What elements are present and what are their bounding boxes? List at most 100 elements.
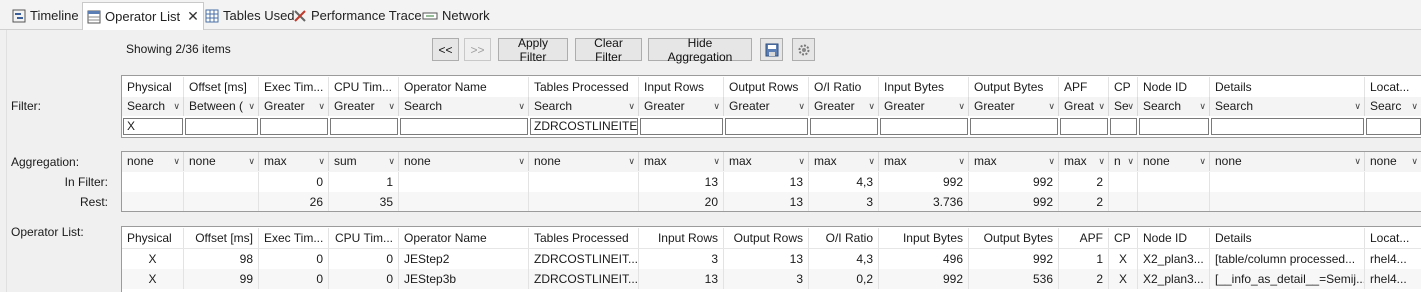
column-header[interactable]: CPU Tim...: [329, 228, 399, 248]
column-header[interactable]: Operator Name: [399, 228, 529, 248]
aggregation-mode-select[interactable]: max ∨: [1059, 152, 1109, 171]
tab-tables-used[interactable]: Tables Used: [201, 3, 299, 28]
column-header[interactable]: Physical: [122, 228, 184, 248]
settings-button[interactable]: [792, 38, 815, 61]
aggregation-mode-select[interactable]: none ∨: [399, 152, 529, 171]
filter-input[interactable]: X: [123, 118, 183, 135]
aggregation-mode-select[interactable]: none ∨: [1138, 152, 1210, 171]
column-header[interactable]: Details: [1210, 77, 1365, 97]
aggregation-mode-select[interactable]: sum ∨: [329, 152, 399, 171]
column-header[interactable]: Output Rows: [724, 77, 809, 97]
filter-input[interactable]: [970, 118, 1058, 135]
filter-mode-select[interactable]: Searc ∨: [1365, 97, 1421, 116]
filter-input[interactable]: [1139, 118, 1209, 135]
filter-input[interactable]: [1060, 118, 1108, 135]
filter-mode-select[interactable]: Search ∨: [529, 97, 639, 116]
table-cell: X: [1109, 269, 1138, 289]
filter-mode-select[interactable]: Greater ∨: [809, 97, 879, 116]
filter-mode-select[interactable]: Greater ∨: [329, 97, 399, 116]
aggregation-mode-select[interactable]: none ∨: [122, 152, 184, 171]
save-button[interactable]: [760, 38, 783, 61]
column-header[interactable]: Node ID: [1138, 77, 1210, 97]
column-header[interactable]: APF: [1059, 228, 1109, 248]
aggregation-mode-select[interactable]: max ∨: [879, 152, 969, 171]
filter-mode-select[interactable]: Between (∨: [184, 97, 259, 116]
filter-mode-select[interactable]: Search ∨: [122, 97, 184, 116]
column-header[interactable]: Output Bytes: [969, 77, 1059, 97]
column-header[interactable]: Output Rows: [724, 228, 809, 248]
column-header[interactable]: CPU Tim...: [329, 77, 399, 97]
tab-performance-trace[interactable]: Performance Trace: [289, 3, 426, 28]
aggregation-label: Aggregation:: [11, 155, 80, 169]
column-header[interactable]: Locat...: [1365, 77, 1421, 97]
column-header[interactable]: Exec Tim...: [259, 77, 329, 97]
column-header[interactable]: O/I Ratio: [809, 228, 879, 248]
aggregation-mode-select[interactable]: max ∨: [724, 152, 809, 171]
filter-input[interactable]: [330, 118, 398, 135]
chevron-down-icon: ∨: [518, 156, 525, 166]
filter-mode-select[interactable]: Search ∨: [399, 97, 529, 116]
filter-input[interactable]: ZDRCOSTLINEITEM: [530, 118, 638, 135]
filter-mode-select[interactable]: Se ∨: [1109, 97, 1138, 116]
column-header[interactable]: Node ID: [1138, 228, 1210, 248]
filter-mode-select[interactable]: Greater ∨: [969, 97, 1059, 116]
column-header[interactable]: Input Bytes: [879, 77, 969, 97]
next-page-button[interactable]: >>: [464, 38, 491, 61]
filter-input[interactable]: [1110, 118, 1137, 135]
filter-mode-select[interactable]: Greater ∨: [724, 97, 809, 116]
clear-filter-button[interactable]: Clear Filter: [575, 36, 642, 64]
column-header[interactable]: Physical: [122, 77, 184, 97]
rest-value: 20: [639, 192, 724, 211]
filter-input[interactable]: [810, 118, 878, 135]
column-header[interactable]: Locat...: [1365, 228, 1421, 248]
filter-mode-select[interactable]: Great ∨: [1059, 97, 1109, 116]
aggregation-mode-select[interactable]: n ∨: [1109, 152, 1138, 171]
filter-input[interactable]: [185, 118, 258, 135]
column-header[interactable]: O/I Ratio: [809, 77, 879, 97]
apply-filter-button[interactable]: Apply Filter: [498, 36, 568, 64]
filter-input[interactable]: [1366, 118, 1421, 135]
table-cell: 0: [329, 269, 399, 289]
aggregation-mode-select[interactable]: none ∨: [184, 152, 259, 171]
column-header[interactable]: Offset [ms]: [184, 228, 259, 248]
filter-input[interactable]: [1211, 118, 1364, 135]
aggregation-mode-select[interactable]: max ∨: [639, 152, 724, 171]
close-icon[interactable]: ✕: [187, 8, 199, 25]
hide-aggregation-button[interactable]: Hide Aggregation: [648, 36, 752, 64]
filter-input[interactable]: [640, 118, 723, 135]
aggregation-mode-select[interactable]: max ∨: [969, 152, 1059, 171]
column-header[interactable]: CP: [1109, 228, 1138, 248]
filter-input[interactable]: [725, 118, 808, 135]
aggregation-mode-select[interactable]: none ∨: [1365, 152, 1421, 171]
tab-timeline[interactable]: Timeline: [8, 3, 83, 28]
column-header[interactable]: Input Rows: [639, 228, 724, 248]
filter-mode-select[interactable]: Greater ∨: [259, 97, 329, 116]
table-cell: JEStep2: [399, 249, 529, 269]
filter-input[interactable]: [880, 118, 968, 135]
column-header[interactable]: Exec Tim...: [259, 228, 329, 248]
aggregation-mode-select[interactable]: none ∨: [529, 152, 639, 171]
filter-input[interactable]: [260, 118, 328, 135]
aggregation-mode-select[interactable]: max ∨: [259, 152, 329, 171]
filter-mode-select[interactable]: Search ∨: [1138, 97, 1210, 116]
column-header[interactable]: Offset [ms]: [184, 77, 259, 97]
filter-mode-select[interactable]: Greater ∨: [639, 97, 724, 116]
previous-page-button[interactable]: <<: [432, 38, 459, 61]
chevron-down-icon: ∨: [1127, 156, 1134, 166]
filter-input[interactable]: [400, 118, 528, 135]
column-header[interactable]: Input Bytes: [879, 228, 969, 248]
column-header[interactable]: Tables Processed: [529, 77, 639, 97]
tab-operator-list[interactable]: Operator List ✕: [82, 2, 204, 30]
column-header[interactable]: CP: [1109, 77, 1138, 97]
filter-mode-select[interactable]: Greater ∨: [879, 97, 969, 116]
aggregation-mode-select[interactable]: max ∨: [809, 152, 879, 171]
column-header[interactable]: APF: [1059, 77, 1109, 97]
column-header[interactable]: Input Rows: [639, 77, 724, 97]
aggregation-mode-select[interactable]: none ∨: [1210, 152, 1365, 171]
column-header[interactable]: Output Bytes: [969, 228, 1059, 248]
column-header[interactable]: Details: [1210, 228, 1365, 248]
column-header[interactable]: Tables Processed: [529, 228, 639, 248]
filter-mode-select[interactable]: Search ∨: [1210, 97, 1365, 116]
tab-network[interactable]: Network: [418, 3, 494, 28]
column-header[interactable]: Operator Name: [399, 77, 529, 97]
